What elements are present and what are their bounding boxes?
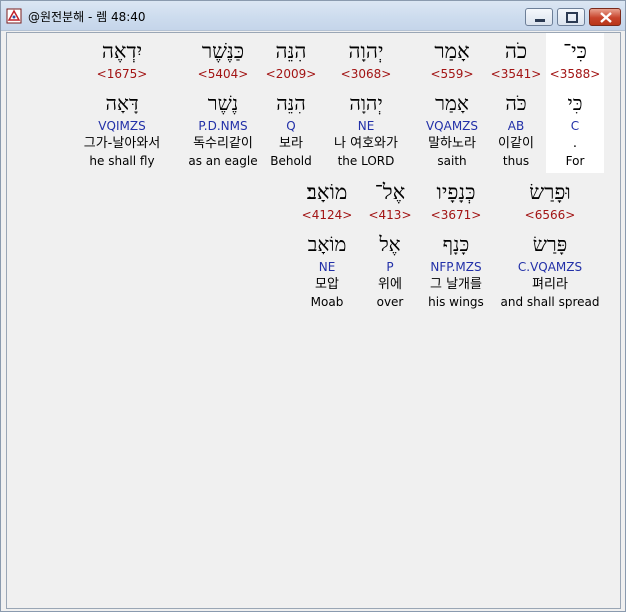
maximize-button[interactable]: [557, 8, 585, 26]
word-column[interactable]: אָמַר <559> אָמַר VQAMZS 말하노라 saith: [406, 37, 498, 169]
morphology-code: P.D.NMS: [198, 119, 248, 133]
maximize-icon: [566, 12, 578, 23]
hebrew-word: מוֹאָב׃: [306, 180, 348, 204]
morphology-code: VQIMZS: [98, 119, 146, 133]
morphology-code: NE: [318, 260, 336, 274]
korean-gloss: 독수리같이: [193, 136, 253, 151]
english-gloss: Moab: [310, 295, 344, 309]
minimize-icon: [535, 19, 545, 22]
word-column[interactable]: מוֹאָב׃ <4124> מוֹאָב NE 모압 Moab: [281, 178, 373, 310]
korean-gloss: 말하노라: [428, 136, 476, 151]
word-column[interactable]: כַּנֶּשֶׁר <5404> נֶשֶׁר P.D.NMS 독수리같이 a…: [177, 37, 269, 169]
hebrew-lemma: אָמַר: [435, 91, 469, 115]
word-column[interactable]: וּפָרַשׂ <6566> פָּרַשׂ C.VQAMZS 펴리라 and…: [498, 178, 602, 310]
minimize-button[interactable]: [525, 8, 553, 26]
close-icon: [600, 12, 612, 23]
strong-number: <4124>: [301, 208, 353, 222]
korean-gloss: 펴리라: [532, 277, 568, 292]
hebrew-word: כַּנֶּשֶׁר: [201, 39, 245, 63]
strong-number: <1675>: [96, 67, 148, 81]
window-title: @원전분해 - 렘 48:40: [28, 10, 146, 24]
interlinear-panel[interactable]: כִּי־ <3588> כִּי C . For כֹה <3541> כֹּ…: [6, 32, 621, 609]
hebrew-lemma: פָּרַשׂ: [532, 232, 568, 256]
strong-number: <559>: [430, 67, 474, 81]
word-column[interactable]: יִדְאֶה <1675> דָּאָה VQIMZS 그가-날아와서 he …: [66, 37, 178, 169]
app-icon: [6, 8, 22, 24]
close-button[interactable]: [589, 8, 621, 26]
hebrew-lemma: נֶשֶׁר: [207, 91, 239, 115]
strong-number: <6566>: [524, 208, 576, 222]
main-window: @원전분해 - 렘 48:40 כִּי־ <3588> כִּי C . Fo…: [0, 0, 626, 612]
english-gloss: saith: [437, 154, 467, 168]
korean-gloss: 그가-날아와서: [83, 136, 161, 151]
hebrew-lemma: דָּאָה: [105, 91, 139, 115]
english-gloss: he shall fly: [89, 154, 155, 168]
title-bar[interactable]: @원전분해 - 렘 48:40: [1, 1, 625, 31]
hebrew-word: יִדְאֶה: [101, 39, 143, 63]
hebrew-lemma: מוֹאָב: [307, 232, 347, 256]
morphology-code: C.VQAMZS: [517, 260, 583, 274]
english-gloss: and shall spread: [500, 295, 600, 309]
korean-gloss: 모압: [315, 277, 339, 292]
english-gloss: as an eagle: [188, 154, 258, 168]
hebrew-word: וּפָרַשׂ: [529, 180, 571, 204]
morphology-code: VQAMZS: [425, 119, 479, 133]
strong-number: <5404>: [197, 67, 249, 81]
hebrew-word: אָמַר: [434, 39, 470, 63]
